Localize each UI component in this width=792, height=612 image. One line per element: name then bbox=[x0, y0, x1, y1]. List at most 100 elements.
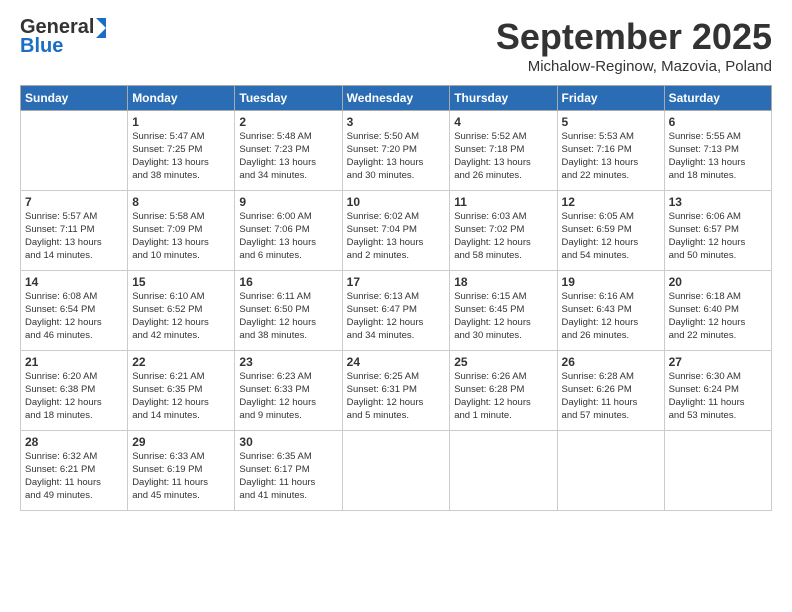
cell-info-line: Sunrise: 6:18 AM bbox=[669, 291, 741, 302]
cell-info-line: and 58 minutes. bbox=[454, 250, 522, 261]
cell-info-line: and 6 minutes. bbox=[239, 250, 301, 261]
calendar-cell: 9Sunrise: 6:00 AMSunset: 7:06 PMDaylight… bbox=[235, 191, 342, 271]
cell-info-line: Sunrise: 6:05 AM bbox=[562, 211, 634, 222]
cell-info-line: Daylight: 13 hours bbox=[239, 157, 316, 168]
page: General Blue September 2025 Michalow-Reg… bbox=[0, 0, 792, 612]
cell-info-line: and 53 minutes. bbox=[669, 410, 737, 421]
day-number: 3 bbox=[347, 114, 446, 130]
cell-info-line: Sunrise: 5:47 AM bbox=[132, 131, 204, 142]
cell-info-line: Daylight: 13 hours bbox=[347, 157, 424, 168]
day-number: 12 bbox=[562, 194, 660, 210]
cell-info-line: Daylight: 11 hours bbox=[562, 397, 638, 408]
cell-info-line: Sunset: 7:18 PM bbox=[454, 144, 524, 155]
cell-info-line: Daylight: 11 hours bbox=[132, 477, 208, 488]
cell-info-line: Daylight: 13 hours bbox=[239, 237, 316, 248]
cell-info-line: Sunrise: 6:10 AM bbox=[132, 291, 204, 302]
cell-info-line: Sunset: 6:33 PM bbox=[239, 384, 309, 395]
calendar: Sunday Monday Tuesday Wednesday Thursday… bbox=[20, 85, 772, 511]
cell-info-line: and 1 minute. bbox=[454, 410, 512, 421]
calendar-cell: 14Sunrise: 6:08 AMSunset: 6:54 PMDayligh… bbox=[21, 271, 128, 351]
cell-info-line: Sunrise: 6:13 AM bbox=[347, 291, 419, 302]
calendar-cell: 3Sunrise: 5:50 AM Sunset: 7:20 PM Daylight… bbox=[342, 111, 450, 191]
calendar-cell: 18Sunrise: 6:15 AMSunset: 6:45 PMDayligh… bbox=[450, 271, 557, 351]
cell-info-line: Sunset: 6:50 PM bbox=[239, 304, 309, 315]
day-number: 21 bbox=[25, 354, 123, 370]
day-number: 7 bbox=[25, 194, 123, 210]
cell-info-line: Daylight: 13 hours bbox=[347, 237, 424, 248]
cell-info-line: Sunset: 7:20 PM bbox=[347, 144, 417, 155]
calendar-cell: 10Sunrise: 6:02 AMSunset: 7:04 PMDayligh… bbox=[342, 191, 450, 271]
cell-info-line: Sunset: 6:40 PM bbox=[669, 304, 739, 315]
day-number: 25 bbox=[454, 354, 552, 370]
cell-info-line: Sunrise: 6:26 AM bbox=[454, 371, 526, 382]
col-thursday: Thursday bbox=[450, 86, 557, 111]
cell-info-line: Daylight: 12 hours bbox=[454, 317, 531, 328]
cell-info-line: Sunset: 7:23 PM bbox=[239, 144, 309, 155]
cell-info-line: Sunset: 7:25 PM bbox=[132, 144, 202, 155]
cell-info-line: Sunrise: 5:57 AM bbox=[25, 211, 97, 222]
cell-info-line: Daylight: 12 hours bbox=[239, 317, 316, 328]
calendar-cell bbox=[664, 431, 771, 511]
cell-info-line: Daylight: 11 hours bbox=[239, 477, 315, 488]
day-number: 27 bbox=[669, 354, 767, 370]
day-number: 19 bbox=[562, 274, 660, 290]
calendar-cell: 24Sunrise: 6:25 AMSunset: 6:31 PMDayligh… bbox=[342, 351, 450, 431]
cell-info-line: Sunset: 6:24 PM bbox=[669, 384, 739, 395]
day-number: 1 bbox=[132, 114, 230, 130]
col-saturday: Saturday bbox=[664, 86, 771, 111]
day-number: 11 bbox=[454, 194, 552, 210]
cell-info-line: Sunset: 6:59 PM bbox=[562, 224, 632, 235]
calendar-header-row: Sunday Monday Tuesday Wednesday Thursday… bbox=[21, 86, 772, 111]
cell-info-line: and 45 minutes. bbox=[132, 490, 200, 501]
cell-info-line: and 54 minutes. bbox=[562, 250, 630, 261]
cell-info-line: and 34 minutes. bbox=[239, 170, 307, 181]
logo: General Blue bbox=[20, 16, 106, 58]
cell-info-line: and 10 minutes. bbox=[132, 250, 200, 261]
cell-info-line: Sunset: 6:35 PM bbox=[132, 384, 202, 395]
cell-info-line: Sunrise: 6:11 AM bbox=[239, 291, 311, 302]
calendar-cell: 16Sunrise: 6:11 AMSunset: 6:50 PMDayligh… bbox=[235, 271, 342, 351]
calendar-cell: 15Sunrise: 6:10 AMSunset: 6:52 PMDayligh… bbox=[128, 271, 235, 351]
cell-info-line: Sunset: 6:52 PM bbox=[132, 304, 202, 315]
day-number: 20 bbox=[669, 274, 767, 290]
day-number: 2 bbox=[239, 114, 337, 130]
cell-info-line: Sunset: 7:13 PM bbox=[669, 144, 739, 155]
cell-info-line: Daylight: 12 hours bbox=[454, 237, 531, 248]
day-number: 10 bbox=[347, 194, 446, 210]
cell-info-line: Sunset: 7:16 PM bbox=[562, 144, 632, 155]
col-friday: Friday bbox=[557, 86, 664, 111]
cell-info-line: Sunset: 6:47 PM bbox=[347, 304, 417, 315]
col-sunday: Sunday bbox=[21, 86, 128, 111]
cell-info-line: Sunset: 6:28 PM bbox=[454, 384, 524, 395]
cell-info-line: and 26 minutes. bbox=[454, 170, 522, 181]
calendar-cell bbox=[557, 431, 664, 511]
cell-info-line: and 5 minutes. bbox=[347, 410, 409, 421]
calendar-cell: 21Sunrise: 6:20 AMSunset: 6:38 PMDayligh… bbox=[21, 351, 128, 431]
day-number: 26 bbox=[562, 354, 660, 370]
cell-info-line: Daylight: 11 hours bbox=[669, 397, 745, 408]
cell-info-line: Sunrise: 5:53 AM bbox=[562, 131, 634, 142]
cell-info-line: Sunrise: 5:55 AM bbox=[669, 131, 741, 142]
cell-info-line: Sunset: 6:43 PM bbox=[562, 304, 632, 315]
calendar-cell bbox=[21, 111, 128, 191]
calendar-cell bbox=[450, 431, 557, 511]
cell-info-line: Sunrise: 6:16 AM bbox=[562, 291, 634, 302]
day-number: 14 bbox=[25, 274, 123, 290]
cell-info-line: and 18 minutes. bbox=[669, 170, 737, 181]
cell-info-line: Sunrise: 5:50 AM bbox=[347, 131, 419, 142]
month-title: September 2025 bbox=[496, 16, 772, 58]
day-number: 30 bbox=[239, 434, 337, 450]
calendar-cell: 28Sunrise: 6:32 AMSunset: 6:21 PMDayligh… bbox=[21, 431, 128, 511]
cell-info-line: and 26 minutes. bbox=[562, 330, 630, 341]
cell-info-line: and 42 minutes. bbox=[132, 330, 200, 341]
cell-info-line: Daylight: 12 hours bbox=[25, 397, 102, 408]
cell-info-line: Sunset: 7:04 PM bbox=[347, 224, 417, 235]
cell-info-line: and 14 minutes. bbox=[25, 250, 93, 261]
calendar-cell: 27Sunrise: 6:30 AMSunset: 6:24 PMDayligh… bbox=[664, 351, 771, 431]
calendar-cell: 4Sunrise: 5:52 AMSunset: 7:18 PMDaylight… bbox=[450, 111, 557, 191]
cell-info-line: Sunrise: 5:58 AM bbox=[132, 211, 204, 222]
location-subtitle: Michalow-Reginow, Mazovia, Poland bbox=[496, 58, 772, 75]
day-number: 13 bbox=[669, 194, 767, 210]
cell-info-line: and 46 minutes. bbox=[25, 330, 93, 341]
calendar-cell: 2Sunrise: 5:48 AMSunset: 7:23 PMDaylight… bbox=[235, 111, 342, 191]
